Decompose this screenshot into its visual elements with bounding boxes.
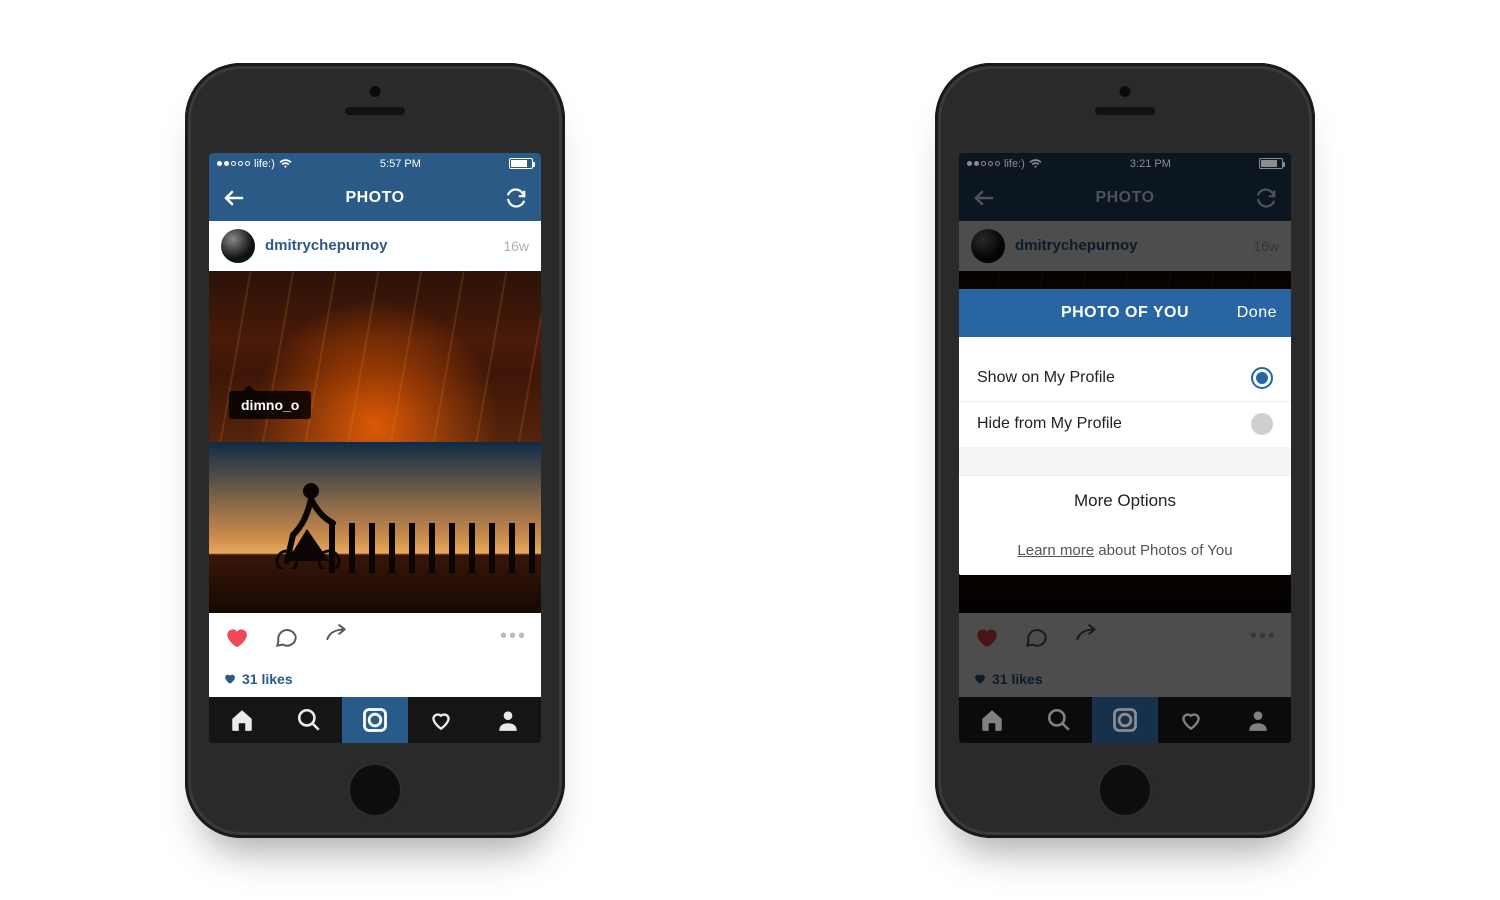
username-link[interactable]: dmitrychepurnoy	[265, 237, 388, 254]
learn-more-link[interactable]: Learn more	[1017, 542, 1094, 559]
sheet-title: PHOTO OF YOU	[1061, 304, 1189, 322]
tab-bar	[209, 697, 541, 743]
sheet-header: PHOTO OF YOU Done	[959, 289, 1291, 337]
option-show-on-profile[interactable]: Show on My Profile	[959, 355, 1291, 401]
share-button[interactable]	[323, 624, 349, 650]
heart-icon	[223, 672, 236, 685]
screen-right: life:) 3:21 PM PHOTO	[959, 153, 1291, 743]
option-label: Hide from My Profile	[977, 415, 1122, 433]
post-image[interactable]: dimno_o	[209, 271, 541, 613]
tab-camera[interactable]	[342, 697, 408, 743]
tab-home[interactable]	[209, 697, 275, 743]
device-frame-left: life:) 5:57 PM PHOTO	[185, 63, 565, 838]
signal-dots-icon	[217, 161, 250, 166]
radio-unselected-icon	[1251, 413, 1273, 435]
comparison-stage: life:) 5:57 PM PHOTO	[0, 0, 1500, 900]
option-hide-from-profile[interactable]: Hide from My Profile	[959, 401, 1291, 447]
tab-search[interactable]	[275, 697, 341, 743]
done-button[interactable]: Done	[1237, 304, 1277, 322]
avatar[interactable]	[221, 229, 255, 263]
tab-activity[interactable]	[408, 697, 474, 743]
likes-row[interactable]: 31 likes	[209, 661, 541, 697]
refresh-button[interactable]	[503, 185, 529, 211]
nav-header: PHOTO	[209, 175, 541, 221]
device-frame-right: life:) 3:21 PM PHOTO	[935, 63, 1315, 838]
post-timestamp: 16w	[503, 238, 529, 254]
learn-more-row: Learn more about Photos of You	[959, 527, 1291, 575]
like-button[interactable]	[223, 624, 249, 650]
clock-label: 5:57 PM	[380, 158, 421, 170]
ios-status-bar: life:) 5:57 PM	[209, 153, 541, 175]
page-title: PHOTO	[345, 189, 404, 207]
post-more-button[interactable]: •••	[500, 625, 527, 648]
screen-left: life:) 5:57 PM PHOTO	[209, 153, 541, 743]
post-actions-row: •••	[209, 613, 541, 661]
back-button[interactable]	[221, 185, 247, 211]
post-author-row[interactable]: dmitrychepurnoy 16w	[209, 221, 541, 271]
more-options-button[interactable]: More Options	[959, 475, 1291, 527]
photo-tag-label[interactable]: dimno_o	[229, 391, 311, 419]
photo-of-you-sheet: PHOTO OF YOU Done Show on My Profile Hid…	[959, 289, 1291, 575]
comment-button[interactable]	[273, 624, 299, 650]
battery-icon	[509, 158, 533, 169]
tab-profile[interactable]	[475, 697, 541, 743]
option-label: Show on My Profile	[977, 369, 1115, 387]
carrier-label: life:)	[254, 158, 275, 170]
wifi-icon	[279, 159, 292, 169]
radio-selected-icon	[1251, 367, 1273, 389]
likes-count: 31 likes	[242, 671, 293, 687]
learn-more-tail: about Photos of You	[1094, 542, 1232, 559]
